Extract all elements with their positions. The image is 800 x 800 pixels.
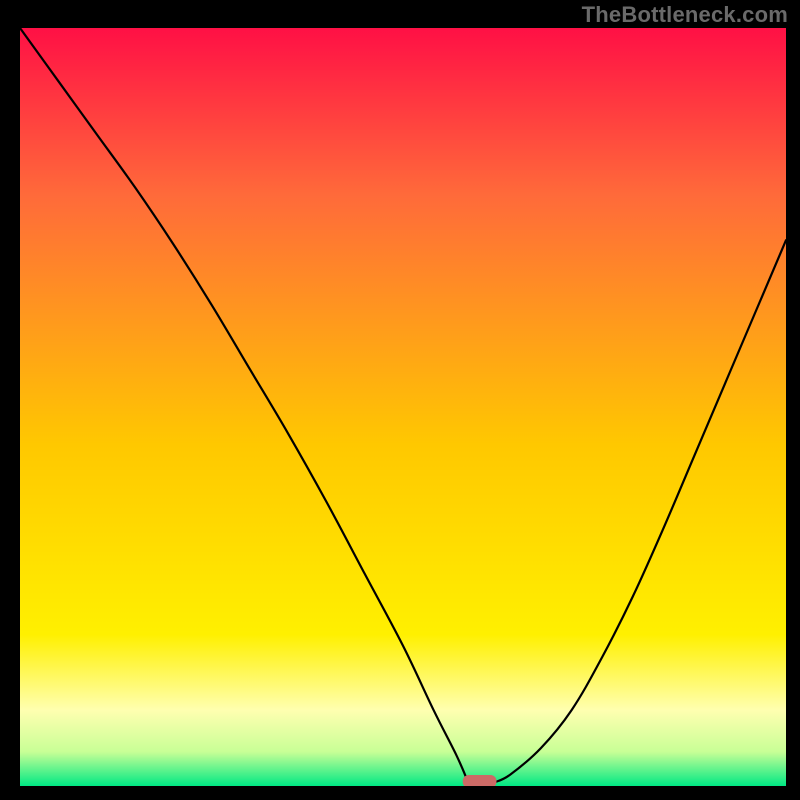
plot-area [20,28,786,786]
chart-frame: TheBottleneck.com [0,0,800,800]
bottleneck-chart [20,28,786,786]
gradient-background [20,28,786,786]
optimum-marker [463,775,497,786]
watermark-text: TheBottleneck.com [582,2,788,28]
